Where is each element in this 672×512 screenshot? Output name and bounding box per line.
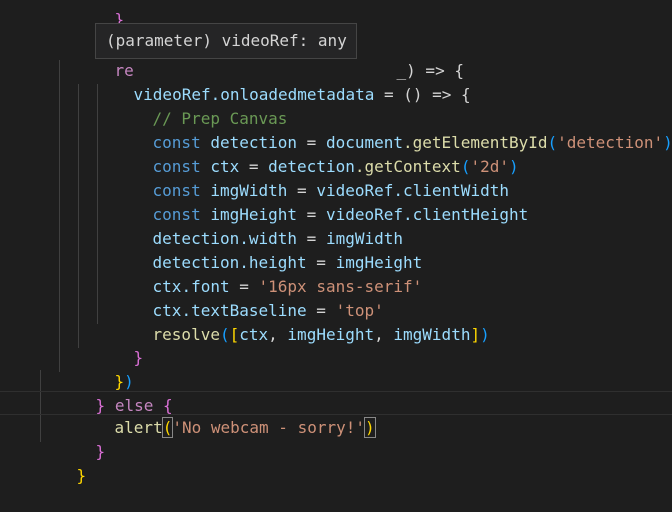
paren-matched: ( <box>161 417 174 438</box>
code-line[interactable]: videoRef.onloadedmetadata = () => { <box>95 59 471 104</box>
code-line[interactable]: const imgHeight = videoRef.clientHeight <box>114 179 529 224</box>
code-line[interactable]: alert('No webcam - sorry!') <box>76 392 376 438</box>
code-line[interactable]: const imgWidth = videoRef.clientWidth <box>114 155 509 200</box>
brace: } <box>95 442 106 461</box>
bracket: [ <box>229 325 240 344</box>
brace: } <box>76 466 87 485</box>
comma: , <box>374 325 394 344</box>
code-line[interactable]: } <box>76 0 125 29</box>
code-line[interactable]: }) <box>76 346 134 391</box>
string-literal: 'No webcam - sorry!' <box>172 418 365 437</box>
code-line[interactable]: const detection = document.getElementByI… <box>114 107 672 152</box>
identifier: imgWidth <box>393 325 471 344</box>
function-call: alert <box>114 418 163 437</box>
tooltip-text: (parameter) videoRef: any <box>106 31 347 50</box>
code-line[interactable]: detection.height = imgHeight <box>114 227 423 272</box>
code-line[interactable]: ctx.textBaseline = 'top' <box>114 275 384 320</box>
code-line[interactable]: ctx.font = '16px sans-serif' <box>114 251 423 296</box>
paren: ( <box>547 133 558 152</box>
paren: ) <box>508 157 519 176</box>
code-line[interactable]: detection.width = imgWidth <box>114 203 403 248</box>
code-line[interactable]: // Prep Canvas <box>114 83 288 128</box>
code-line[interactable]: resolve([ctx, imgHeight, imgWidth]) <box>114 299 490 344</box>
code-editor[interactable]: } re _) => { videoRef.onloadedmetadata =… <box>0 0 672 485</box>
identifier: imgHeight <box>287 325 375 344</box>
bracket: ] <box>470 325 481 344</box>
hover-tooltip: (parameter) videoRef: any <box>95 23 357 59</box>
code-line[interactable]: } <box>95 322 144 367</box>
code-line[interactable]: } <box>57 416 106 461</box>
function-call: resolve <box>152 325 220 344</box>
code-line-tail[interactable]: _) => { <box>358 35 464 80</box>
brace: } <box>133 348 144 367</box>
paren: ) <box>663 133 672 152</box>
code-line[interactable]: } else { <box>57 370 173 415</box>
code-line[interactable]: } <box>38 440 87 485</box>
string-literal: 'detection' <box>557 133 664 152</box>
operator: = () => { <box>374 85 471 104</box>
comma: , <box>268 325 288 344</box>
paren-matched: ) <box>364 417 376 438</box>
paren: ) <box>480 325 490 344</box>
indent-guide <box>59 60 60 372</box>
code-line[interactable]: const ctx = detection.getContext('2d') <box>114 131 519 176</box>
property: .clientHeight <box>403 205 529 224</box>
indent-guide <box>78 84 79 348</box>
identifier: ctx <box>239 325 269 344</box>
paren: ( <box>219 325 230 344</box>
